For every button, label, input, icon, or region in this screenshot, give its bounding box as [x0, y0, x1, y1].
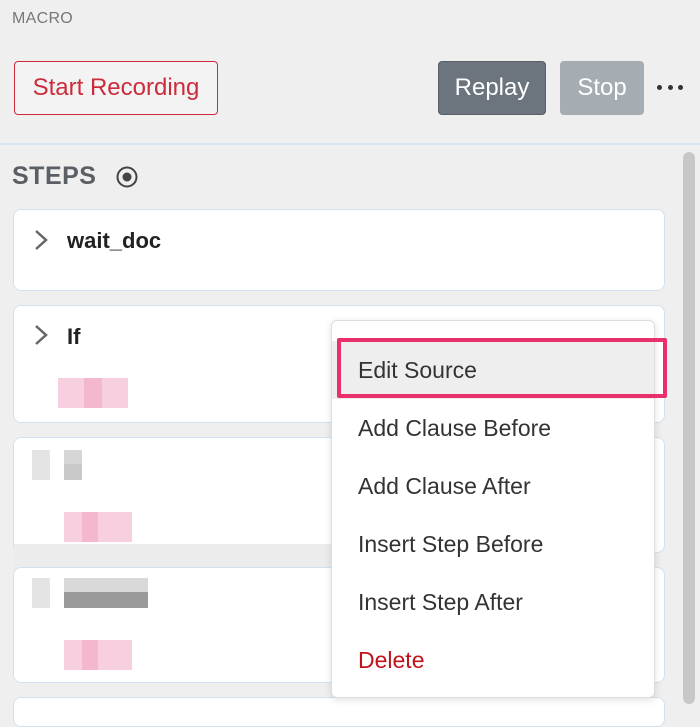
redacted-content [82, 512, 98, 542]
target-icon[interactable] [115, 165, 139, 189]
step-context-menu: Edit Source Add Clause Before Add Clause… [331, 320, 655, 698]
menu-item-edit-source[interactable]: Edit Source [332, 341, 654, 399]
redacted-content [84, 378, 102, 408]
steps-title: STEPS [12, 162, 97, 190]
menu-item-add-clause-after[interactable]: Add Clause After [332, 457, 654, 515]
toolbar-divider [0, 143, 700, 145]
menu-item-delete[interactable]: Delete [332, 631, 654, 689]
step-card[interactable]: wait_doc [13, 209, 665, 291]
start-recording-button[interactable]: Start Recording [14, 61, 218, 115]
redacted-content [64, 464, 82, 480]
step-card[interactable] [13, 697, 665, 727]
redacted-content [82, 640, 98, 670]
chevron-right-icon[interactable] [31, 323, 51, 347]
step-name: If [67, 324, 81, 349]
step-name: wait_doc [67, 228, 162, 253]
redacted-content [64, 512, 132, 542]
scrollbar-thumb[interactable] [683, 152, 695, 704]
redacted-content [64, 640, 132, 670]
menu-item-add-clause-before[interactable]: Add Clause Before [332, 399, 654, 457]
menu-item-insert-step-after[interactable]: Insert Step After [332, 573, 654, 631]
redacted-content [32, 578, 50, 608]
macro-section-label: MACRO [12, 10, 74, 27]
chevron-right-icon[interactable] [31, 228, 51, 252]
more-horizontal-icon[interactable] [657, 76, 683, 98]
redacted-content [32, 450, 50, 480]
replay-button[interactable]: Replay [438, 61, 546, 115]
stop-button[interactable]: Stop [560, 61, 644, 115]
redacted-content [64, 592, 148, 608]
menu-item-insert-step-before[interactable]: Insert Step Before [332, 515, 654, 573]
